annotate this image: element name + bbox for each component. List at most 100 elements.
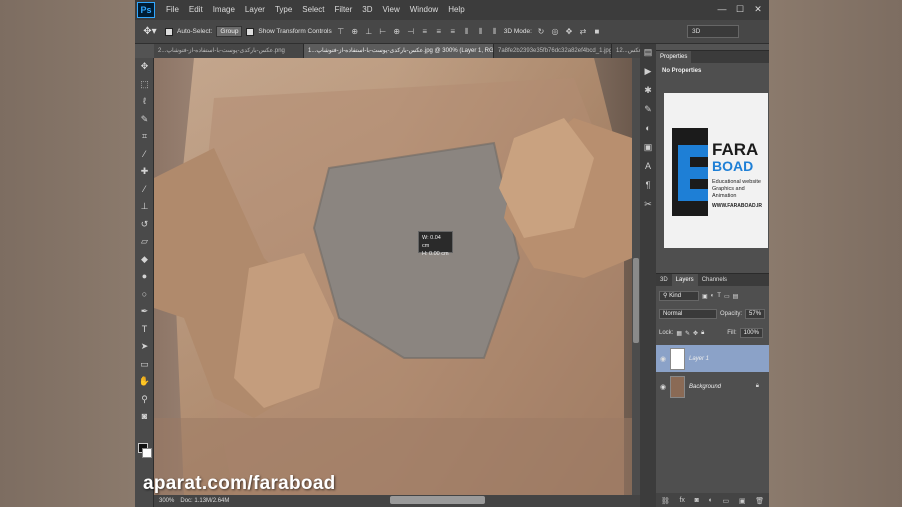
menu-select[interactable]: Select: [297, 0, 329, 20]
3d-scale-icon[interactable]: ■: [592, 27, 602, 37]
distribute-right-icon[interactable]: ⦀: [490, 27, 500, 37]
layer-name[interactable]: Layer 1: [689, 356, 709, 362]
filter-adjust-icon[interactable]: ◐: [711, 293, 715, 299]
quick-mask-icon[interactable]: ◙: [136, 408, 153, 426]
visibility-eye-icon[interactable]: ◉: [656, 355, 670, 363]
paint-bucket-tool-icon[interactable]: ◆: [136, 251, 153, 269]
pen-tool-icon[interactable]: ✒: [136, 303, 153, 321]
delete-layer-icon[interactable]: 🗑︎: [755, 497, 764, 505]
tools-panel-icon[interactable]: ✂: [640, 196, 656, 212]
menu-file[interactable]: File: [161, 0, 184, 20]
menu-3d[interactable]: 3D: [357, 0, 377, 20]
link-layers-icon[interactable]: ⛓: [661, 497, 670, 505]
clone-source-panel-icon[interactable]: ▣: [640, 139, 656, 155]
color-panel-icon[interactable]: ✱: [640, 82, 656, 98]
distribute-left-icon[interactable]: ⦀: [462, 27, 472, 37]
paragraph-panel-icon[interactable]: ¶: [640, 177, 656, 193]
lock-image-icon[interactable]: ✎: [685, 330, 690, 337]
layer-style-icon[interactable]: fx: [679, 497, 684, 504]
fill-value[interactable]: 100%: [739, 328, 763, 338]
lock-position-icon[interactable]: ✥: [693, 330, 698, 337]
quick-select-tool-icon[interactable]: ✎: [136, 111, 153, 129]
distribute-hcenter-icon[interactable]: ⦀: [476, 27, 486, 37]
menu-type[interactable]: Type: [270, 0, 297, 20]
brush-panel-icon[interactable]: ✎: [640, 101, 656, 117]
layer-name[interactable]: Background: [689, 384, 721, 390]
show-transform-checkbox[interactable]: [246, 27, 255, 36]
workspace-dropdown[interactable]: 3D: [687, 25, 739, 38]
new-layer-icon[interactable]: ▣: [739, 497, 746, 505]
tab-layers[interactable]: Layers: [671, 274, 698, 286]
filter-shape-icon[interactable]: ▭: [724, 293, 730, 300]
history-brush-tool-icon[interactable]: ↺: [136, 216, 153, 234]
align-top-icon[interactable]: ⊤: [336, 27, 346, 37]
shape-tool-icon[interactable]: ▭: [136, 356, 153, 374]
clone-stamp-tool-icon[interactable]: ⊥: [136, 198, 153, 216]
new-adjustment-icon[interactable]: ◐: [709, 497, 713, 504]
dodge-tool-icon[interactable]: ○: [136, 286, 153, 304]
blur-tool-icon[interactable]: ●: [136, 268, 153, 286]
menu-edit[interactable]: Edit: [184, 0, 208, 20]
filter-smart-icon[interactable]: ▤: [733, 293, 739, 300]
visibility-eye-icon[interactable]: ◉: [656, 383, 670, 391]
distribute-vcenter-icon[interactable]: ≡: [434, 27, 444, 37]
adjustments-panel-icon[interactable]: ◐: [640, 120, 656, 136]
tab-channels[interactable]: Channels: [698, 274, 731, 286]
close-button[interactable]: ✕: [751, 3, 765, 16]
menu-filter[interactable]: Filter: [330, 0, 358, 20]
hand-tool-icon[interactable]: ✋: [136, 373, 153, 391]
zoom-level[interactable]: 300%: [159, 498, 174, 504]
zoom-tool-icon[interactable]: ⚲: [136, 391, 153, 409]
distribute-top-icon[interactable]: ≡: [420, 27, 430, 37]
menu-window[interactable]: Window: [405, 0, 443, 20]
crop-tool-icon[interactable]: ⌗: [136, 128, 153, 146]
menu-layer[interactable]: Layer: [240, 0, 270, 20]
document-canvas[interactable]: W: 0.04 cm H: 0.00 cm: [154, 58, 632, 495]
doc-size[interactable]: Doc: 1.13M/2.64M: [180, 498, 229, 504]
healing-brush-tool-icon[interactable]: ✚: [136, 163, 153, 181]
distribute-bottom-icon[interactable]: ≡: [448, 27, 458, 37]
3d-slide-icon[interactable]: ⇄: [578, 27, 588, 37]
menu-image[interactable]: Image: [208, 0, 240, 20]
path-select-tool-icon[interactable]: ➤: [136, 338, 153, 356]
opacity-value[interactable]: 57%: [745, 309, 766, 319]
menu-view[interactable]: View: [378, 0, 405, 20]
align-right-icon[interactable]: ⊣: [406, 27, 416, 37]
menu-help[interactable]: Help: [443, 0, 469, 20]
lasso-tool-icon[interactable]: ℓ: [136, 93, 153, 111]
type-tool-icon[interactable]: T: [136, 321, 153, 339]
align-hcenter-icon[interactable]: ⊕: [392, 27, 402, 37]
lock-all-icon[interactable]: 🔒︎: [701, 330, 704, 337]
filter-type-icon[interactable]: T: [717, 293, 721, 299]
new-group-icon[interactable]: ▭: [723, 497, 730, 505]
layer-row[interactable]: ◉ Background 🔒︎: [656, 373, 769, 400]
move-tool-icon[interactable]: ✥: [136, 58, 153, 76]
tab-properties[interactable]: Properties: [656, 51, 692, 63]
tab-3d[interactable]: 3D: [656, 274, 672, 286]
doc-tab-active[interactable]: 1...عکس-بارکدی-پوست-با-استفاده-از-فتوشاپ…: [304, 44, 494, 58]
eyedropper-tool-icon[interactable]: ⁄: [136, 146, 153, 164]
3d-roll-icon[interactable]: ◎: [550, 27, 560, 37]
blend-mode-dropdown[interactable]: Normal: [659, 309, 717, 319]
doc-tab-3[interactable]: 7a8fe2b2393e35fb76dc32a82ef4bcd_1.jpg: [494, 44, 612, 58]
actions-panel-icon[interactable]: ▶: [640, 63, 656, 79]
auto-select-dropdown[interactable]: Group: [216, 26, 243, 37]
3d-rotate-icon[interactable]: ↻: [536, 27, 546, 37]
eraser-tool-icon[interactable]: ▱: [136, 233, 153, 251]
horizontal-scroll-thumb[interactable]: [390, 496, 485, 504]
maximize-button[interactable]: ☐: [733, 3, 747, 16]
align-bottom-icon[interactable]: ⊥: [364, 27, 374, 37]
align-left-icon[interactable]: ⊢: [378, 27, 388, 37]
layer-kind-filter[interactable]: ⚲ Kind: [659, 291, 699, 301]
3d-pan-icon[interactable]: ✥: [564, 27, 574, 37]
history-panel-icon[interactable]: ▤: [640, 44, 656, 60]
marquee-tool-icon[interactable]: ⬚: [136, 76, 153, 94]
background-color-swatch[interactable]: [142, 448, 152, 458]
auto-select-checkbox[interactable]: [165, 27, 173, 36]
brush-tool-icon[interactable]: ⁄: [136, 181, 153, 199]
vertical-scrollbar[interactable]: [632, 58, 640, 495]
minimize-button[interactable]: —: [715, 3, 729, 16]
doc-tab-1[interactable]: 2...عکس-بارکدی-پوست-با-استفاده-از-فتوشاپ…: [154, 44, 304, 58]
layer-row[interactable]: ◉ Layer 1: [656, 345, 769, 372]
character-panel-icon[interactable]: A: [640, 158, 656, 174]
